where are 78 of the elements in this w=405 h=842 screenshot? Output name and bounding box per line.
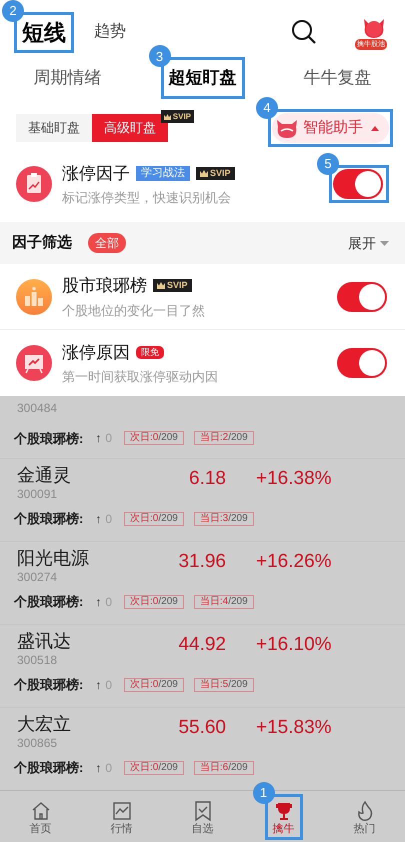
section-title: 因子筛选 [12,232,72,253]
toggle-switch[interactable] [337,348,387,378]
day-count-tag: 当日:2/209 [194,431,254,446]
header-tab[interactable]: 趋势 [94,20,126,44]
factor-title: 股市琅琊榜 [62,275,147,297]
up-arrow-icon: ↑ [95,429,102,448]
factor-subtitle: 标记涨停类型，快速识别机会 [62,189,232,207]
nav-tab[interactable]: 首页 [26,798,56,836]
rank-label: 个股琅琊榜: [14,593,84,611]
clipboard-icon [16,166,52,202]
caret-icon [380,240,389,246]
svip-badge: SVIP [196,166,235,180]
callout-number: 5 [317,153,339,175]
toggle-switch[interactable] [337,282,387,312]
rank-label: 个股琅琊榜: [14,759,84,777]
stock-code: 300484 [16,400,58,414]
stock-code: 300274 [17,570,58,584]
nav-tab[interactable]: 行情 [106,798,136,836]
sub-tab[interactable]: 周期情绪 [34,61,102,95]
stock-code: 300518 [17,653,58,667]
factor-subtitle: 个股地位的变化一目了然 [62,302,206,320]
stock-price: 44.92 [177,632,226,656]
rank-label: 个股琅琊榜: [14,510,84,528]
rank-label: 个股琅琊榜: [14,676,84,694]
stock-code: 300865 [17,736,58,750]
callout-number: 2 [2,0,24,22]
nav-tab[interactable]: 自选 [188,798,218,836]
day-count-tag: 当日:3/209 [194,512,254,526]
day-count-tag: 当日:4/209 [194,594,254,609]
day-count-tag: 次日:0/209 [124,512,184,526]
day-count-tag: 次日:0/209 [124,760,184,775]
up-arrow-icon: ↑ [95,676,102,694]
stock-change: +16.26% [256,550,332,574]
up-arrow-icon: ↑ [95,592,102,611]
callout-number: 3 [148,45,170,68]
stock-change: +16.10% [256,632,332,656]
rank-label: 个股琅琊榜: [14,430,84,448]
day-count-tag: 次日:0/209 [124,431,184,446]
stock-name: 阳光电源 [17,547,90,570]
stock-name: 金通灵 [17,464,72,487]
monster-icon [275,117,299,139]
tag: 学习战法 [136,166,190,181]
filter-chip[interactable]: 全部 [88,233,126,253]
day-count-tag: 当日:6/209 [194,760,254,775]
easel-icon [16,345,52,381]
stock-price: 55.60 [177,716,226,740]
stock-name: 盛讯达 [17,630,72,653]
mode-tab[interactable]: 基础盯盘 [16,114,92,142]
callout-number: 4 [256,97,278,119]
up-arrow-icon: ↑ [95,510,102,528]
svip-badge: SVIP [160,110,194,123]
stock-price: 6.18 [188,466,226,490]
stock-price: 31.96 [177,550,226,574]
day-count-tag: 当日:5/209 [194,678,254,692]
nav-tab[interactable]: 热门 [350,798,380,836]
expand-button[interactable]: 展开 [348,232,389,254]
assistant-button[interactable]: 智能助手 [272,113,389,143]
day-count-tag: 次日:0/209 [124,678,184,692]
factor-title: 涨停因子 [62,162,130,184]
chart-icon [110,800,132,822]
svip-badge: SVIP [153,279,192,292]
bar-chart-icon [16,278,52,314]
stock-code: 300091 [17,487,58,501]
stock-name: 大宏立 [17,713,72,736]
mode-tab[interactable]: 高级盯盘 [92,114,168,142]
stock-change: +15.83% [256,716,332,740]
factor-title: 涨停原因 [62,342,130,364]
crown-icon [157,282,165,290]
crown-icon [164,114,171,120]
factor-subtitle: 第一时间获取涨停驱动内因 [62,368,219,386]
day-count-tag: 次日:0/209 [124,594,184,609]
stock-change: +16.38% [256,466,332,490]
crown-icon [200,170,208,177]
search-icon[interactable] [291,19,317,45]
tag: 限免 [136,346,164,359]
toggle-switch[interactable] [333,169,383,199]
up-arrow-icon: ↑ [95,758,102,777]
sub-tab[interactable]: 牛牛复盘 [304,61,372,95]
